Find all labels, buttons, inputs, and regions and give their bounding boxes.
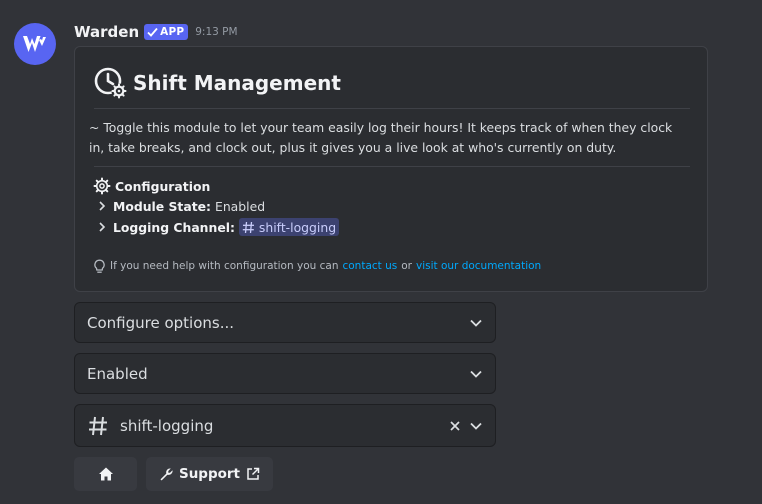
timestamp: 9:13 PM <box>195 26 238 38</box>
documentation-link[interactable]: visit our documentation <box>416 260 541 272</box>
module-state-value: Enabled <box>215 198 266 214</box>
logging-channel-row: Logging Channel: shift-logging <box>93 217 340 237</box>
home-button[interactable] <box>74 457 137 491</box>
chevron-right-icon <box>99 201 106 211</box>
config-heading-text: Configuration <box>115 178 211 194</box>
help-prefix: If you need help with configuration you … <box>110 260 339 272</box>
module-state-row: Module State: Enabled <box>93 196 265 216</box>
module-state-select-value: Enabled <box>87 364 148 383</box>
logging-channel-label: Logging Channel: <box>113 219 235 235</box>
config-heading: Configuration <box>93 176 210 196</box>
help-or: or <box>401 260 412 272</box>
chevron-down-icon <box>470 370 482 378</box>
description-divider <box>94 166 690 167</box>
help-footer: If you need help with configuration you … <box>93 258 541 274</box>
checkmark-icon <box>147 27 158 37</box>
app-badge-label: APP <box>160 26 185 38</box>
module-state-select[interactable]: Enabled <box>74 353 496 394</box>
chevron-down-icon <box>470 422 482 430</box>
app-badge: APP <box>144 24 189 40</box>
configure-options-select[interactable]: Configure options... <box>74 302 496 343</box>
avatar[interactable] <box>14 23 56 65</box>
logging-channel-select-value: shift-logging <box>120 416 214 435</box>
message-header: Warden APP 9:13 PM <box>74 22 238 42</box>
logging-channel-select[interactable]: shift-logging <box>74 404 496 447</box>
wrench-icon <box>160 467 173 480</box>
title-divider <box>94 108 690 109</box>
configure-options-placeholder: Configure options... <box>87 313 235 332</box>
embed-title: Shift Management <box>94 66 341 100</box>
support-button-label: Support <box>178 466 241 482</box>
clock-gear-icon <box>94 67 127 99</box>
close-icon <box>450 420 460 431</box>
module-state-label: Module State: <box>113 198 211 214</box>
username[interactable]: Warden <box>74 23 139 41</box>
channel-mention-text: shift-logging <box>258 219 337 235</box>
bot-message: Warden APP 9:13 PM Shift Management ~ To… <box>0 0 762 504</box>
embed-description: ~ Toggle this module to let your team ea… <box>89 120 673 155</box>
chevron-down-icon <box>470 319 482 327</box>
hash-icon <box>89 416 107 435</box>
hash-icon <box>242 221 254 233</box>
channel-mention[interactable]: shift-logging <box>238 218 340 236</box>
embed-title-text: Shift Management <box>133 71 341 95</box>
gear-icon <box>93 177 111 195</box>
embed-card: Shift Management ~ Toggle this module to… <box>74 46 708 292</box>
home-icon <box>98 467 113 481</box>
warden-logo-icon <box>23 36 46 52</box>
contact-us-link[interactable]: contact us <box>342 260 397 272</box>
chevron-right-icon <box>99 222 106 232</box>
clear-selection-button[interactable] <box>449 420 461 432</box>
external-link-icon <box>247 467 260 480</box>
support-button[interactable]: Support <box>146 457 273 491</box>
lightbulb-icon <box>94 259 105 273</box>
